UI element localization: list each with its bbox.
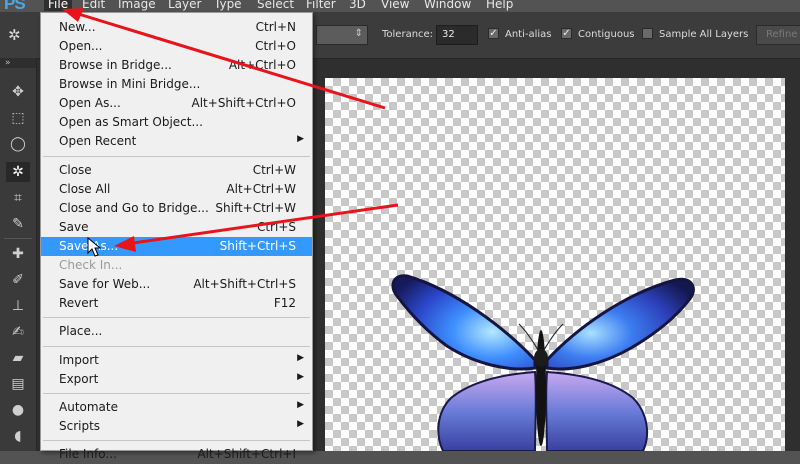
tolerance-label: Tolerance:: [382, 29, 434, 40]
clone-stamp-tool-icon[interactable]: ⊥: [6, 296, 30, 316]
menu-file[interactable]: File: [44, 0, 73, 11]
tools-panel: » ✥ ⬚ ◯ ✲ ⌗ ✎ ✚ ✐ ⊥ ✍ ▰ ▤ ● ◖: [0, 58, 37, 451]
antialias-checkbox[interactable]: ✓: [488, 28, 499, 39]
menu-item-check-in: Check In...: [59, 258, 123, 272]
menu-bar: PS File Edit Image Layer Type Select Fil…: [0, 0, 800, 13]
submenu-arrow-icon: ▶: [297, 353, 304, 363]
menu-separator: [43, 440, 310, 441]
menu-item-browse-in-mini-bridge[interactable]: Browse in Mini Bridge...: [41, 75, 312, 94]
menu-type[interactable]: Type: [214, 0, 242, 11]
menu-item-close[interactable]: Close Ctrl+W: [41, 161, 312, 180]
menu-item-save-as[interactable]: Save As... Shift+Ctrl+S: [41, 237, 312, 256]
sample-all-layers-label: Sample All Layers: [659, 29, 749, 40]
menu-item-open-recent[interactable]: Open Recent ▶: [41, 132, 312, 151]
menu-item-save-for-web[interactable]: Save for Web... Alt+Shift+Ctrl+S: [41, 275, 312, 294]
menu-edit[interactable]: Edit: [82, 0, 105, 11]
sample-all-layers-checkbox[interactable]: [642, 28, 653, 39]
refine-edge-button[interactable]: Refine: [756, 25, 800, 45]
menu-item-open-as-smart-object[interactable]: Open as Smart Object...: [41, 113, 312, 132]
menu-item-export[interactable]: Export ▶: [41, 370, 312, 389]
menu-item-close-and-go-to-bridge[interactable]: Close and Go to Bridge... Shift+Ctrl+W: [41, 199, 312, 218]
healing-brush-tool-icon[interactable]: ✚: [6, 244, 30, 264]
magic-wand-icon[interactable]: ✲: [8, 26, 28, 44]
menu-select[interactable]: Select: [257, 0, 294, 11]
brush-tool-icon[interactable]: ✐: [6, 270, 30, 290]
tolerance-input[interactable]: 32: [436, 25, 478, 45]
menu-item-close-all[interactable]: Close All Alt+Ctrl+W: [41, 180, 312, 199]
marquee-tool-icon[interactable]: ⬚: [6, 108, 30, 128]
menu-item-revert[interactable]: Revert F12: [41, 294, 312, 313]
gradient-tool-icon[interactable]: ▤: [6, 374, 30, 394]
menu-item-browse-in-bridge[interactable]: Browse in Bridge... Alt+Ctrl+O: [41, 56, 312, 75]
dodge-tool-icon[interactable]: ◖: [6, 426, 30, 446]
menu-item-open-as[interactable]: Open As... Alt+Shift+Ctrl+O: [41, 94, 312, 113]
butterfly-image: [391, 274, 695, 451]
menu-item-open[interactable]: Open... Ctrl+O: [41, 37, 312, 56]
menu-window[interactable]: Window: [424, 0, 471, 11]
menu-help[interactable]: Help: [486, 0, 513, 11]
toolbar-divider: [4, 238, 32, 239]
eraser-tool-icon[interactable]: ▰: [6, 348, 30, 368]
submenu-arrow-icon: ▶: [297, 400, 304, 410]
submenu-arrow-icon: ▶: [297, 134, 304, 144]
submenu-arrow-icon: ▶: [297, 419, 304, 429]
history-brush-tool-icon[interactable]: ✍: [6, 322, 30, 342]
contiguous-label: Contiguous: [578, 29, 635, 40]
menu-separator: [43, 156, 310, 157]
lasso-tool-icon[interactable]: ◯: [6, 134, 30, 154]
blur-tool-icon[interactable]: ●: [6, 400, 30, 420]
menu-separator: [43, 346, 310, 347]
eyedropper-tool-icon[interactable]: ✎: [6, 214, 30, 234]
contiguous-checkbox[interactable]: ✓: [561, 28, 572, 39]
menu-separator: [43, 393, 310, 394]
move-tool-icon[interactable]: ✥: [6, 82, 30, 102]
butterfly-left-hindwing: [437, 370, 537, 451]
file-menu-dropdown: New... Ctrl+N Open... Ctrl+O Browse in Bri…: [40, 12, 313, 461]
menu-item-file-info[interactable]: File Info... Alt+Shift+Ctrl+I: [41, 445, 312, 464]
butterfly-right-hindwing: [545, 370, 649, 451]
menu-layer[interactable]: Layer: [168, 0, 201, 11]
menu-item-place[interactable]: Place...: [41, 322, 312, 341]
menu-filter[interactable]: Filter: [306, 0, 336, 11]
crop-tool-icon[interactable]: ⌗: [6, 188, 30, 208]
menu-image[interactable]: Image: [118, 0, 156, 11]
menu-item-new[interactable]: New... Ctrl+N: [41, 18, 312, 37]
menu-item-import[interactable]: Import ▶: [41, 351, 312, 370]
antialias-label: Anti-alias: [505, 29, 552, 40]
menu-item-scripts[interactable]: Scripts ▶: [41, 417, 312, 436]
menu-view[interactable]: View: [381, 0, 409, 11]
menu-3d[interactable]: 3D: [349, 0, 366, 11]
butterfly-left-forewing: [391, 274, 537, 371]
submenu-arrow-icon: ▶: [297, 372, 304, 382]
dropdown-arrows-icon: ⇕: [354, 28, 363, 39]
menu-separator: [43, 317, 310, 318]
menu-item-save[interactable]: Save Ctrl+S: [41, 218, 312, 237]
magic-wand-tool-icon[interactable]: ✲: [6, 162, 30, 182]
butterfly-right-forewing: [545, 277, 695, 371]
menu-item-automate[interactable]: Automate ▶: [41, 398, 312, 417]
collapse-icon[interactable]: »: [0, 58, 36, 68]
sample-size-select[interactable]: ⇕: [316, 25, 368, 45]
